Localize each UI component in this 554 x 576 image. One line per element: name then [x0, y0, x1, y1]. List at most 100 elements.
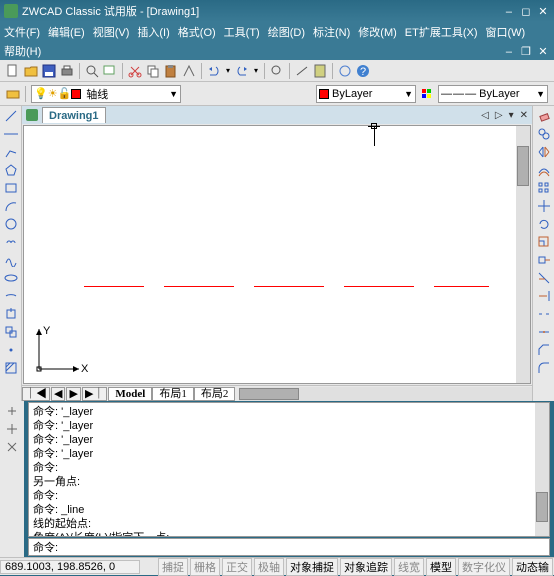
doc-tab[interactable]: Drawing1: [42, 107, 106, 123]
hatch-button[interactable]: [3, 360, 19, 376]
extend-button[interactable]: [536, 288, 552, 304]
menu-file[interactable]: 文件(F): [4, 24, 40, 40]
cmd-scrollbar[interactable]: [535, 403, 549, 536]
menu-edit[interactable]: 编辑(E): [48, 24, 85, 40]
color-picker-button[interactable]: [419, 86, 435, 102]
undo-dropdown[interactable]: ▾: [224, 63, 232, 79]
menu-window[interactable]: 窗口(W): [486, 24, 526, 40]
layout-tab-1[interactable]: 布局1: [152, 387, 194, 401]
pline-button[interactable]: [3, 144, 19, 160]
linetype-combo[interactable]: — — — ByLayer ▼: [438, 85, 548, 103]
mdi-close-button[interactable]: ✕: [536, 45, 550, 58]
layout-next-button[interactable]: ▶: [66, 387, 80, 401]
menu-et[interactable]: ET扩展工具(X): [405, 24, 478, 40]
coordinates[interactable]: 689.1003, 198.8526, 0: [0, 560, 140, 574]
redo-button[interactable]: [234, 63, 250, 79]
cmd-close-button[interactable]: [4, 439, 20, 455]
mdi-restore-button[interactable]: ❐: [519, 45, 533, 58]
menu-view[interactable]: 视图(V): [93, 24, 130, 40]
command-line[interactable]: 命令:: [28, 538, 550, 556]
copy-obj-button[interactable]: [536, 126, 552, 142]
layer-name: 轴线: [86, 86, 108, 102]
menu-draw[interactable]: 绘图(D): [268, 24, 305, 40]
rotate-button[interactable]: [536, 216, 552, 232]
find-button[interactable]: [102, 63, 118, 79]
spline-button[interactable]: [3, 252, 19, 268]
tab-prev-button[interactable]: ◁: [481, 110, 489, 121]
array-button[interactable]: [536, 180, 552, 196]
layout-tab-2[interactable]: 布局2: [194, 387, 236, 401]
chamfer-button[interactable]: [536, 342, 552, 358]
svg-text:Y: Y: [43, 325, 51, 337]
rectangle-button[interactable]: [3, 180, 19, 196]
color-combo[interactable]: ByLayer ▼: [316, 85, 416, 103]
layout-first-button[interactable]: ｜◀: [22, 387, 50, 401]
refresh-button[interactable]: [337, 63, 353, 79]
redo-dropdown[interactable]: ▾: [252, 63, 260, 79]
revcloud-button[interactable]: [3, 234, 19, 250]
print-button[interactable]: [59, 63, 75, 79]
cut-button[interactable]: [127, 63, 143, 79]
arc-button[interactable]: [3, 198, 19, 214]
drawing-canvas[interactable]: YX: [23, 125, 531, 384]
tab-close-button[interactable]: ✕: [520, 110, 528, 121]
chevron-down-icon: ▼: [404, 89, 413, 99]
match-button[interactable]: [181, 63, 197, 79]
mirror-button[interactable]: [536, 144, 552, 160]
color-label: ByLayer: [332, 88, 372, 100]
circle-button[interactable]: [3, 216, 19, 232]
offset-button[interactable]: [536, 162, 552, 178]
sun-icon: ☀: [48, 87, 58, 100]
preview-button[interactable]: [84, 63, 100, 79]
cmd-nav-button[interactable]: [4, 403, 20, 419]
menu-dim[interactable]: 标注(N): [313, 24, 350, 40]
calc-button[interactable]: [312, 63, 328, 79]
break-button[interactable]: [536, 306, 552, 322]
polygon-button[interactable]: [3, 162, 19, 178]
scale-button[interactable]: [536, 234, 552, 250]
menu-modify[interactable]: 修改(M): [358, 24, 397, 40]
copy-button[interactable]: [145, 63, 161, 79]
menu-help[interactable]: 帮助(H): [4, 43, 41, 59]
open-button[interactable]: [23, 63, 39, 79]
vertical-scrollbar[interactable]: [516, 126, 530, 383]
menu-format[interactable]: 格式(O): [178, 24, 216, 40]
break2-button[interactable]: [536, 324, 552, 340]
tab-menu-button[interactable]: ▾: [509, 110, 514, 121]
help-button[interactable]: ?: [355, 63, 371, 79]
layout-last-button[interactable]: ▶｜: [82, 387, 107, 401]
menu-insert[interactable]: 插入(I): [137, 24, 169, 40]
save-button[interactable]: [41, 63, 57, 79]
new-button[interactable]: [5, 63, 21, 79]
tab-next-button[interactable]: ▷: [495, 110, 503, 121]
color-swatch: [319, 89, 329, 99]
layer-props-button[interactable]: [5, 86, 21, 102]
ellipse-arc-button[interactable]: [3, 288, 19, 304]
layout-tab-model[interactable]: Model: [108, 387, 152, 401]
line-button[interactable]: [3, 108, 19, 124]
move-button[interactable]: [536, 198, 552, 214]
maximize-button[interactable]: ◻: [519, 5, 533, 18]
mdi-minimize-button[interactable]: –: [502, 46, 516, 58]
horizontal-scrollbar[interactable]: [239, 387, 532, 401]
erase-button[interactable]: [536, 108, 552, 124]
stretch-button[interactable]: [536, 252, 552, 268]
minimize-button[interactable]: –: [502, 6, 516, 18]
xline-button[interactable]: [3, 126, 19, 142]
zoom-realtime-button[interactable]: [269, 63, 285, 79]
block-button[interactable]: [3, 324, 19, 340]
menu-tools[interactable]: 工具(T): [224, 24, 260, 40]
ellipse-button[interactable]: [3, 270, 19, 286]
command-history[interactable]: 命令: '_layer 命令: '_layer 命令: '_layer 命令: …: [28, 402, 550, 537]
trim-button[interactable]: [536, 270, 552, 286]
layer-combo[interactable]: 💡 ☀ 🔓 轴线 ▼: [31, 85, 181, 103]
fillet-button[interactable]: [536, 360, 552, 376]
point-button[interactable]: [3, 342, 19, 358]
close-button[interactable]: ✕: [536, 5, 550, 18]
dist-button[interactable]: [294, 63, 310, 79]
insert-button[interactable]: [3, 306, 19, 322]
paste-button[interactable]: [163, 63, 179, 79]
layout-prev-button[interactable]: ◀: [51, 387, 65, 401]
undo-button[interactable]: [206, 63, 222, 79]
cmd-pan-button[interactable]: [4, 421, 20, 437]
